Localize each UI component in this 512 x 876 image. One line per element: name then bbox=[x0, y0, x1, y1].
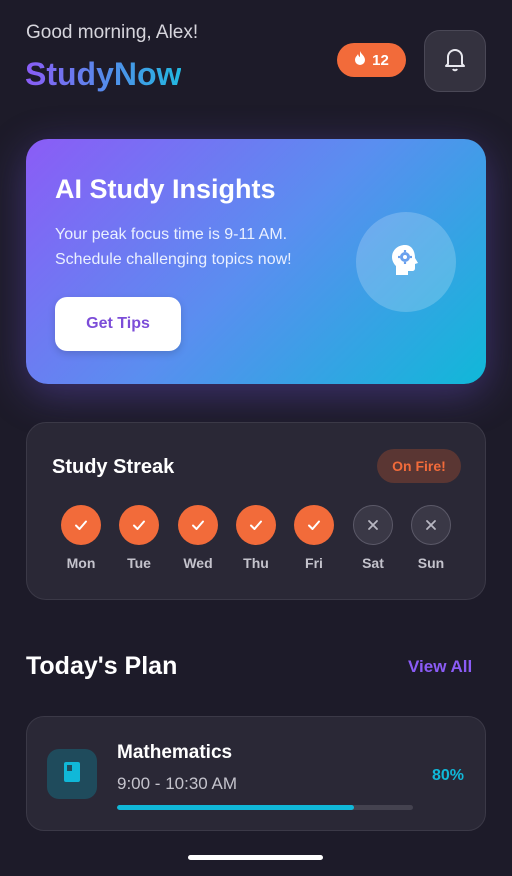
x-icon bbox=[411, 505, 451, 545]
day-thu: Thu bbox=[236, 505, 276, 571]
day-sun: Sun bbox=[411, 505, 451, 571]
streak-pill[interactable]: 12 bbox=[337, 43, 406, 77]
brain-gear-icon bbox=[388, 242, 424, 283]
check-icon bbox=[236, 505, 276, 545]
home-indicator bbox=[188, 855, 323, 860]
day-label: Wed bbox=[183, 555, 213, 571]
subject-name: Mathematics bbox=[117, 742, 233, 763]
day-fri: Fri bbox=[294, 505, 334, 571]
day-label: Fri bbox=[305, 555, 323, 571]
progress-bar bbox=[117, 805, 413, 810]
subject-time: 9:00 - 10:30 AM bbox=[117, 774, 238, 793]
greeting: Good morning, Alex! bbox=[26, 22, 199, 43]
day-label: Tue bbox=[127, 555, 151, 571]
book-icon bbox=[63, 761, 81, 788]
subject-icon-box bbox=[47, 749, 97, 799]
plan-item-card[interactable]: Mathematics 9:00 - 10:30 AM 80% bbox=[26, 716, 486, 831]
view-all-link[interactable]: View All bbox=[408, 657, 472, 677]
check-icon bbox=[294, 505, 334, 545]
day-label: Thu bbox=[243, 555, 269, 571]
fire-icon bbox=[354, 51, 366, 69]
streak-title: Study Streak bbox=[52, 456, 175, 478]
day-label: Sat bbox=[362, 555, 384, 571]
day-wed: Wed bbox=[178, 505, 218, 571]
x-icon bbox=[353, 505, 393, 545]
brain-circle bbox=[356, 212, 456, 312]
day-tue: Tue bbox=[119, 505, 159, 571]
notifications-button[interactable] bbox=[424, 30, 486, 92]
ai-insights-card: AI Study Insights Your peak focus time i… bbox=[26, 139, 486, 384]
check-icon bbox=[61, 505, 101, 545]
get-tips-button[interactable]: Get Tips bbox=[55, 297, 181, 351]
progress-percent: 80% bbox=[432, 767, 465, 784]
check-icon bbox=[119, 505, 159, 545]
day-sat: Sat bbox=[353, 505, 393, 571]
study-streak-card: Study Streak On Fire! Mon Tue Wed Thu Fri Sat… bbox=[26, 422, 486, 600]
day-mon: Mon bbox=[61, 505, 101, 571]
plan-title: Today's Plan bbox=[26, 652, 178, 680]
day-label: Mon bbox=[66, 555, 96, 571]
insights-title: AI Study Insights bbox=[55, 174, 276, 204]
day-label: Sun bbox=[417, 555, 445, 571]
brand-logo: StudyNow bbox=[25, 56, 182, 92]
bell-icon bbox=[443, 46, 467, 77]
check-icon bbox=[178, 505, 218, 545]
streak-count: 12 bbox=[372, 51, 389, 69]
progress-fill bbox=[117, 805, 354, 810]
on-fire-badge: On Fire! bbox=[377, 449, 461, 483]
insights-text: Your peak focus time is 9-11 AM. Schedul… bbox=[55, 226, 292, 268]
